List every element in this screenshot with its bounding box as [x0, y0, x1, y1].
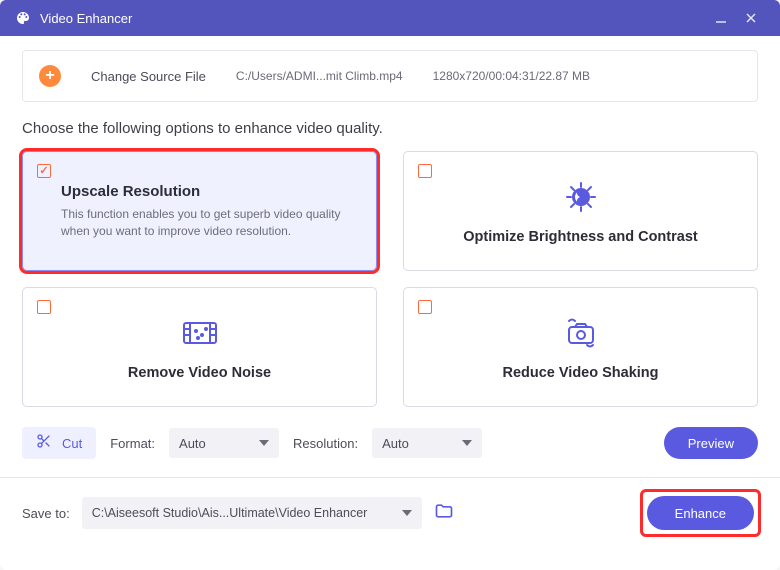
format-select[interactable]: Auto: [169, 428, 279, 458]
option-upscale-resolution[interactable]: Upscale Resolution This function enables…: [22, 151, 377, 271]
minimize-button[interactable]: [706, 3, 736, 33]
palette-icon: [14, 9, 32, 27]
toolbar: Cut Format: Auto Resolution: Auto Previe…: [22, 427, 758, 459]
chevron-down-icon: [259, 440, 269, 446]
checkbox-icon[interactable]: [418, 300, 432, 314]
save-bar: Save to: C:\Aiseesoft Studio\Ais...Ultim…: [22, 492, 758, 534]
resolution-value: Auto: [382, 436, 409, 451]
option-title: Remove Video Noise: [128, 365, 271, 381]
cut-label: Cut: [62, 436, 82, 451]
source-path: C:/Users/ADMI...mit Climb.mp4: [236, 69, 403, 83]
chevron-down-icon: [462, 440, 472, 446]
preview-button[interactable]: Preview: [664, 427, 758, 459]
option-desc: This function enables you to get superb …: [61, 206, 360, 240]
app-window: Video Enhancer + Change Source File C:/U…: [0, 0, 780, 570]
checkbox-icon[interactable]: [37, 164, 51, 178]
option-remove-noise[interactable]: Remove Video Noise: [22, 287, 377, 407]
options-grid: Upscale Resolution This function enables…: [22, 151, 758, 407]
source-info: 1280x720/00:04:31/22.87 MB: [433, 69, 590, 83]
option-reduce-shaking[interactable]: Reduce Video Shaking: [403, 287, 758, 407]
window-title: Video Enhancer: [40, 11, 706, 26]
open-folder-button[interactable]: [434, 501, 454, 526]
chevron-down-icon: [402, 510, 412, 516]
resolution-label: Resolution:: [293, 436, 358, 451]
content-area: + Change Source File C:/Users/ADMI...mit…: [0, 36, 780, 570]
option-optimize-brightness[interactable]: Optimize Brightness and Contrast: [403, 151, 758, 271]
option-title: Optimize Brightness and Contrast: [463, 229, 697, 245]
brightness-icon: [557, 177, 605, 217]
change-source-button[interactable]: Change Source File: [91, 69, 206, 84]
resolution-select[interactable]: Auto: [372, 428, 482, 458]
cut-button[interactable]: Cut: [22, 427, 96, 459]
film-icon: [176, 313, 224, 353]
format-value: Auto: [179, 436, 206, 451]
divider: [0, 477, 780, 478]
enhance-highlight: Enhance: [643, 492, 758, 534]
titlebar: Video Enhancer: [0, 0, 780, 36]
instructions-text: Choose the following options to enhance …: [22, 120, 758, 137]
option-title: Upscale Resolution: [61, 183, 360, 200]
scissors-icon: [36, 433, 52, 454]
save-path-value: C:\Aiseesoft Studio\Ais...Ultimate\Video…: [92, 506, 368, 520]
add-icon[interactable]: +: [39, 65, 61, 87]
checkbox-icon[interactable]: [37, 300, 51, 314]
option-title: Reduce Video Shaking: [502, 365, 658, 381]
close-button[interactable]: [736, 3, 766, 33]
source-bar: + Change Source File C:/Users/ADMI...mit…: [22, 50, 758, 102]
checkbox-icon[interactable]: [418, 164, 432, 178]
enhance-button[interactable]: Enhance: [647, 496, 754, 530]
format-label: Format:: [110, 436, 155, 451]
camera-shake-icon: [557, 313, 605, 353]
save-to-label: Save to:: [22, 506, 70, 521]
save-path-select[interactable]: C:\Aiseesoft Studio\Ais...Ultimate\Video…: [82, 497, 422, 529]
